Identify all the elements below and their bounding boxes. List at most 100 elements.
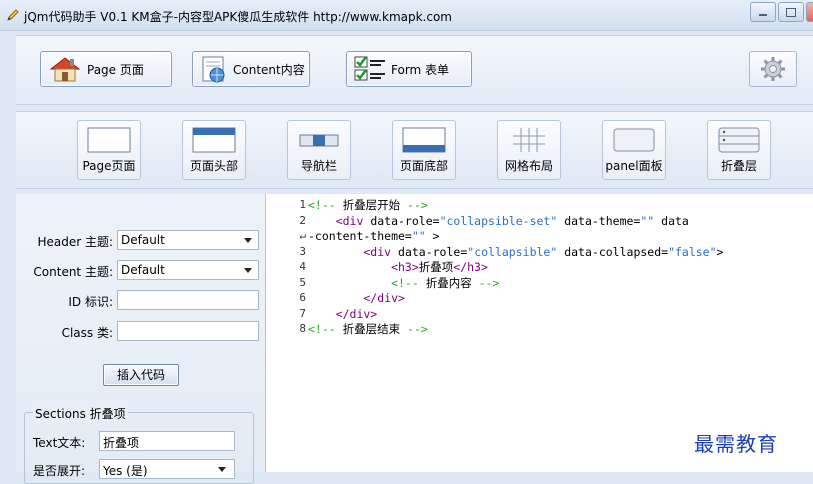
- code-text: <div data-role="collapsible" data-collap…: [308, 244, 723, 260]
- content-theme-label: Content 主题:: [33, 265, 113, 279]
- header-icon: [192, 127, 236, 153]
- code-token: -->: [400, 198, 428, 212]
- comp-navbar-label: 导航栏: [300, 159, 337, 173]
- line-number: 2: [299, 213, 306, 227]
- checklist-icon: [354, 56, 385, 81]
- code-text: <h3>折叠项</h3>: [308, 259, 488, 275]
- code-token: "": [411, 229, 426, 243]
- class-row: Class 类:: [16, 321, 265, 341]
- close-button[interactable]: [806, 2, 813, 22]
- code-line: 2 <div data-role="collapsible-set" data-…: [266, 213, 813, 229]
- code-text: </div>: [308, 306, 378, 322]
- code-line: 7 </div>: [266, 306, 813, 322]
- code-text: <!-- 折叠层结束 -->: [308, 321, 428, 337]
- code-token: "": [640, 213, 655, 228]
- grid-icon: [513, 128, 545, 152]
- code-token: 折叠项: [418, 260, 454, 274]
- sections-group: Sections 折叠项 Text文本: 折叠项 是否展开: Yes (是): [24, 405, 254, 484]
- code-token: -->: [471, 275, 500, 290]
- code-line: 8 <!-- 折叠层结束 -->: [266, 321, 813, 337]
- text-input[interactable]: 折叠项: [99, 431, 235, 451]
- properties-panel: Header 主题: Default Content 主题: Default I…: [16, 194, 266, 484]
- code-line: 4 <h3>折叠项</h3>: [266, 259, 813, 275]
- content-button-label: Content内容: [233, 62, 305, 77]
- line-number: 6: [299, 291, 306, 304]
- page-button-label: Page 页面: [87, 62, 144, 77]
- comp-collapsible-label: 折叠层: [720, 159, 757, 173]
- navbar-icon: [299, 134, 339, 147]
- comp-collapsible[interactable]: 折叠层: [707, 120, 771, 180]
- page-button[interactable]: Page 页面: [40, 51, 172, 87]
- component-toolbar: Page页面 页面头部 导航栏 页面底部 网格布局 panel面板 折叠层: [16, 111, 813, 189]
- code-token: <!--: [308, 198, 343, 212]
- class-label: Class 类:: [61, 326, 113, 340]
- form-button[interactable]: Form 表单: [346, 51, 472, 87]
- code-line: 1 <!-- 折叠层开始 -->: [266, 197, 813, 213]
- id-label: ID 标识:: [68, 295, 113, 309]
- code-text: <div data-role="collapsible-set" data-th…: [308, 213, 689, 229]
- code-line: ↵ -content-theme="" >: [266, 228, 813, 244]
- content-button[interactable]: Content内容: [192, 51, 310, 87]
- sections-group-title: Sections 折叠项: [33, 405, 128, 422]
- comp-footer-label: 页面底部: [399, 159, 448, 173]
- minimize-button[interactable]: [750, 2, 776, 22]
- code-text: -content-theme="" >: [308, 228, 440, 244]
- line-number: 5: [299, 275, 306, 289]
- comp-panel[interactable]: panel面板: [602, 120, 666, 180]
- code-line: 6 </div>: [266, 290, 813, 306]
- comp-navbar[interactable]: 导航栏: [287, 120, 351, 180]
- header-theme-value: Default: [121, 233, 165, 247]
- form-button-label: Form 表单: [391, 62, 450, 77]
- comp-page[interactable]: Page页面: [77, 120, 141, 180]
- id-input[interactable]: [117, 290, 259, 310]
- line-number: 8: [299, 322, 306, 335]
- code-token: data-role=: [363, 213, 440, 228]
- class-input[interactable]: [117, 321, 259, 341]
- code-token: "false": [668, 244, 717, 259]
- code-token: -content-theme=: [308, 229, 412, 243]
- insert-code-button[interactable]: 插入代码: [103, 364, 179, 386]
- comp-panel-label: panel面板: [605, 159, 663, 173]
- code-line: 5 <!-- 折叠内容 -->: [266, 275, 813, 291]
- header-theme-select[interactable]: Default: [117, 230, 259, 250]
- main-toolbar: Page 页面 Content内容 Form 表单: [16, 35, 813, 105]
- page-blank-icon: [87, 127, 131, 153]
- code-token: data-collapsed=: [557, 244, 669, 259]
- title-bar: jQm代码助手 V0.1 KM盒子-内容型APK傻瓜生成软件 http://ww…: [0, 0, 813, 31]
- comp-page-label: Page页面: [82, 159, 136, 173]
- line-number: 1: [299, 198, 306, 211]
- collapsible-icon: [718, 127, 760, 153]
- code-token: <div: [308, 244, 392, 259]
- maximize-button[interactable]: [778, 2, 804, 22]
- code-text: <!-- 折叠层开始 -->: [308, 197, 428, 213]
- comp-header[interactable]: 页面头部: [182, 120, 246, 180]
- code-token: 折叠层开始: [342, 198, 401, 212]
- code-token: <!--: [308, 275, 426, 290]
- text-row: Text文本: 折叠项: [25, 431, 253, 451]
- code-line: 3 <div data-role="collapsible" data-coll…: [266, 244, 813, 260]
- content-theme-select[interactable]: Default: [117, 260, 259, 280]
- comp-footer[interactable]: 页面底部: [392, 120, 456, 180]
- header-theme-label: Header 主题:: [37, 235, 113, 249]
- comp-grid-label: 网格布局: [504, 159, 553, 173]
- gear-icon: [761, 57, 785, 81]
- code-token: </h3>: [453, 260, 488, 274]
- chevron-down-icon: [218, 467, 226, 472]
- code-token: <div: [308, 213, 364, 228]
- code-token: data: [654, 213, 689, 228]
- code-token: data-theme=: [557, 213, 641, 228]
- code-token: "collapsible-set": [439, 213, 558, 228]
- comp-grid[interactable]: 网格布局: [497, 120, 561, 180]
- expand-label: 是否展开:: [33, 464, 86, 478]
- line-number: ↵: [299, 229, 306, 242]
- code-token: "collapsible": [467, 244, 558, 259]
- expand-row: 是否展开: Yes (是): [25, 459, 253, 479]
- chevron-down-icon: [244, 238, 252, 243]
- settings-button[interactable]: [749, 51, 797, 87]
- expand-value: Yes (是): [103, 464, 148, 478]
- footer-icon: [402, 127, 446, 153]
- expand-select[interactable]: Yes (是): [99, 459, 235, 479]
- header-theme-row: Header 主题: Default: [16, 230, 265, 250]
- chevron-down-icon: [244, 268, 252, 273]
- house-icon: [49, 57, 81, 82]
